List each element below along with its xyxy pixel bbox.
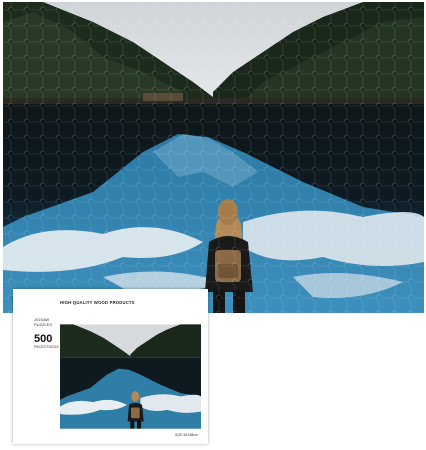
- box-type-label: JIGSAW PUZZLES: [34, 317, 53, 327]
- box-tagline: HIGH-QUALITY WOOD PRODUCTS: [60, 300, 135, 305]
- piece-count-label: PIECES PUZZLE: [34, 345, 59, 349]
- puzzle-image: [3, 2, 424, 313]
- box-cover-image: [60, 320, 201, 433]
- lake-scene-illustration: [3, 2, 424, 313]
- piece-count: 500: [34, 333, 53, 345]
- box-size-text: SIZE 52X38cm: [175, 433, 198, 437]
